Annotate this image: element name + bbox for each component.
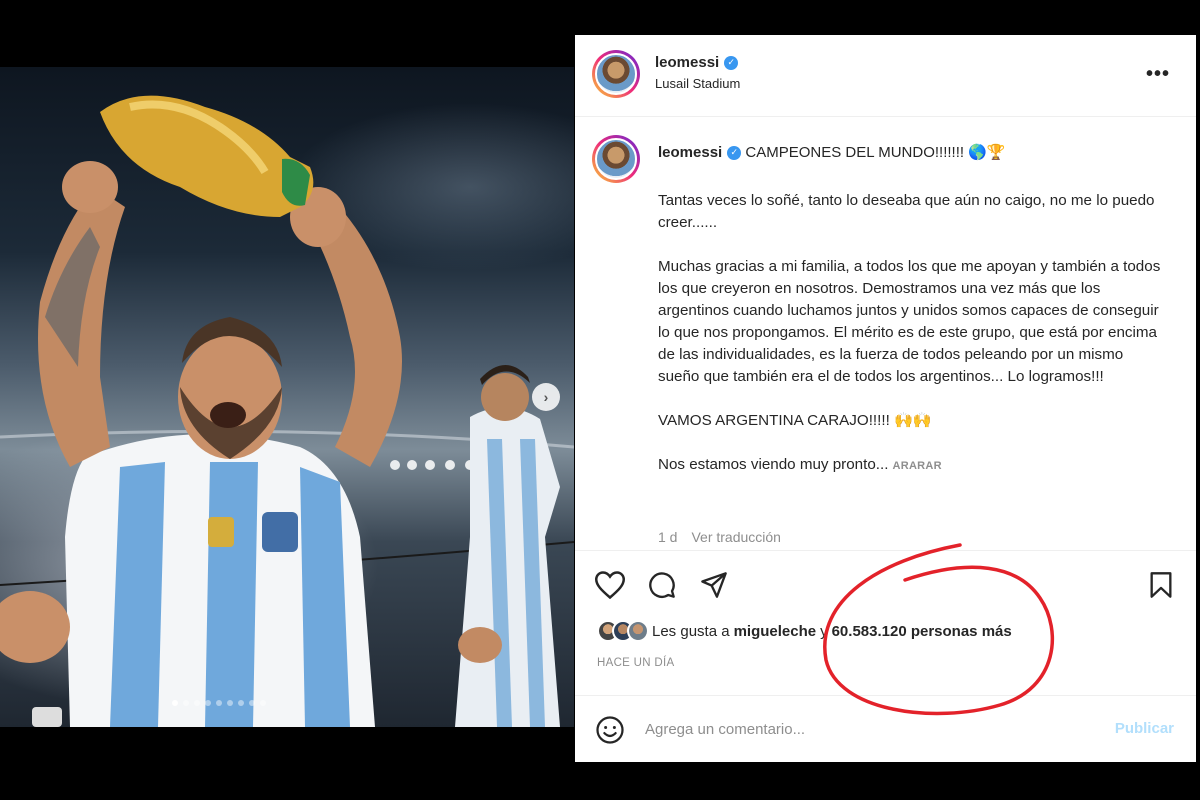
caption-headline-line: leomessi ✓ CAMPEONES DEL MUNDO!!!!!!! 🌎🏆 bbox=[658, 142, 1168, 163]
verified-badge-icon: ✓ bbox=[724, 55, 739, 70]
post-header: leomessi ✓ Lusail Stadium ••• bbox=[575, 35, 1196, 117]
caption-last-line: Nos estamos viendo muy pronto... ARARAR bbox=[658, 454, 1168, 477]
comment-icon[interactable] bbox=[647, 571, 677, 599]
comment-bar: Publicar bbox=[575, 695, 1196, 762]
post-photo: › bbox=[0, 67, 574, 727]
caption-headline: CAMPEONES DEL MUNDO!!!!!!! 🌎🏆 bbox=[745, 144, 1006, 161]
carousel-dot bbox=[172, 700, 178, 706]
carousel-dot bbox=[183, 700, 189, 706]
likes-prefix: Les gusta a bbox=[652, 622, 730, 640]
caption-paragraph: Tantas veces lo soñé, tanto lo deseaba q… bbox=[658, 192, 1155, 231]
bookmark-icon[interactable] bbox=[1148, 571, 1174, 599]
author-info: leomessi ✓ Lusail Stadium bbox=[655, 54, 740, 91]
carousel-dot bbox=[194, 700, 200, 706]
liker-avatars[interactable] bbox=[597, 620, 649, 642]
heart-icon[interactable] bbox=[595, 571, 625, 599]
carousel-dots bbox=[172, 700, 266, 706]
comment-input[interactable] bbox=[645, 714, 1085, 744]
post-timestamp[interactable]: HACE UN DÍA bbox=[597, 657, 674, 669]
caption-paragraph: VAMOS ARGENTINA CARAJO!!!!! 🙌🙌 bbox=[658, 412, 932, 429]
post-photo-illustration bbox=[0, 95, 574, 727]
post-location[interactable]: Lusail Stadium bbox=[655, 76, 740, 91]
caption-avatar-image bbox=[595, 138, 637, 180]
carousel-dot bbox=[238, 700, 244, 706]
post-panel: leomessi ✓ Lusail Stadium ••• leomessi ✓… bbox=[575, 35, 1196, 762]
carousel-dot bbox=[249, 700, 255, 706]
caption-username[interactable]: leomessi ✓ bbox=[658, 142, 742, 163]
caption-last-text: Nos estamos viendo muy pronto... bbox=[658, 456, 889, 473]
likes-summary: Les gusta a migueleche y 60.583.120 pers… bbox=[597, 620, 1016, 642]
caption-area: leomessi ✓ CAMPEONES DEL MUNDO!!!!!!! 🌎🏆… bbox=[575, 118, 1196, 550]
carousel-next-button[interactable]: › bbox=[532, 383, 560, 411]
action-icons bbox=[595, 571, 729, 599]
likes-count[interactable]: 60.583.120 personas más bbox=[832, 623, 1012, 640]
avatar-image bbox=[595, 53, 637, 95]
carousel-dot bbox=[260, 700, 266, 706]
share-icon[interactable] bbox=[699, 571, 729, 599]
liker-username[interactable]: migueleche bbox=[734, 623, 817, 640]
author-username-text[interactable]: leomessi bbox=[655, 54, 719, 71]
author-username[interactable]: leomessi ✓ bbox=[655, 54, 739, 71]
caption-avatar[interactable] bbox=[592, 135, 640, 183]
caption-more-link[interactable]: ARARAR bbox=[892, 460, 941, 472]
carousel-dot bbox=[216, 700, 222, 706]
translate-link[interactable]: Ver traducción bbox=[691, 529, 781, 545]
caption-age: 1 d bbox=[658, 529, 678, 545]
publish-button[interactable]: Publicar bbox=[1115, 720, 1174, 737]
caption-body: Tantas veces lo soñé, tanto lo deseaba q… bbox=[658, 190, 1168, 499]
caption-meta: 1 d Ver traducción bbox=[658, 529, 781, 545]
carousel-dot bbox=[227, 700, 233, 706]
caption-paragraph: Muchas gracias a mi familia, a todos los… bbox=[658, 258, 1161, 385]
avatar[interactable] bbox=[592, 50, 640, 98]
likes-connector: y bbox=[820, 622, 828, 640]
emoji-icon[interactable] bbox=[595, 715, 625, 750]
liker-avatar bbox=[627, 620, 649, 642]
verified-badge-icon: ✓ bbox=[727, 145, 742, 160]
chevron-right-icon: › bbox=[543, 389, 549, 405]
caption-username-text[interactable]: leomessi bbox=[658, 142, 722, 163]
carousel-dot bbox=[205, 700, 211, 706]
more-options-icon[interactable]: ••• bbox=[1146, 63, 1170, 86]
